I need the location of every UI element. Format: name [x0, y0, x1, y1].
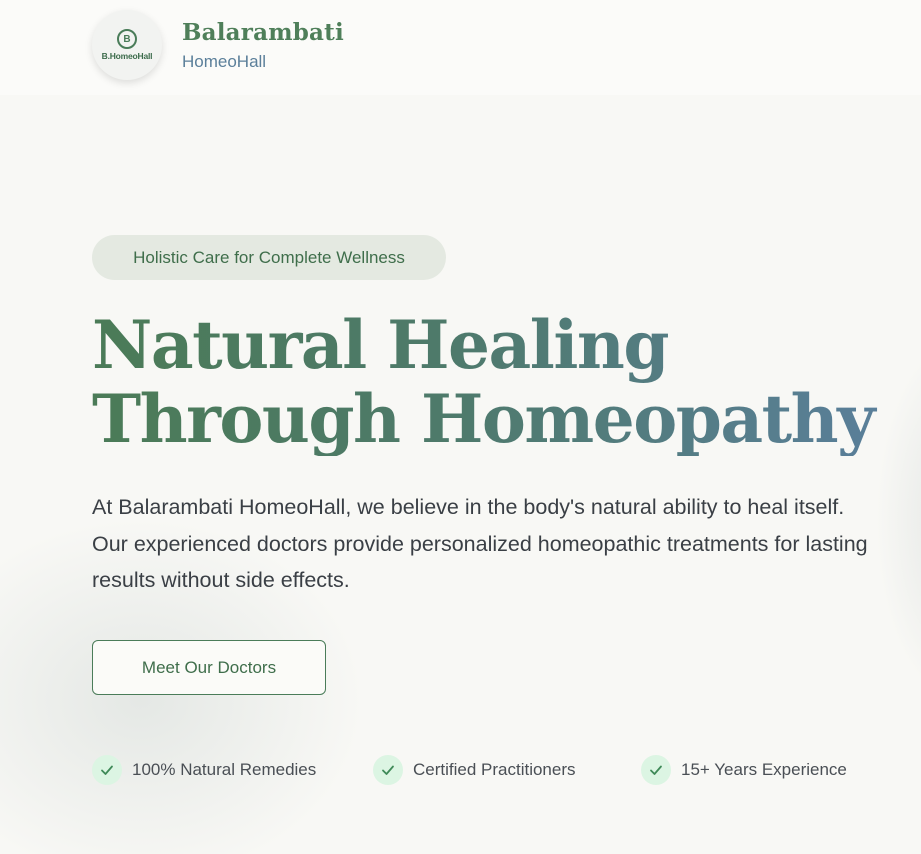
check-icon	[373, 755, 403, 785]
site-header: B B.HomeoHall Balarambati HomeoHall	[0, 0, 921, 95]
feature-item: 15+ Years Experience	[641, 754, 847, 786]
tagline-badge: Holistic Care for Complete Wellness	[92, 235, 446, 280]
hero-headline: Natural Healing Through Homeopathy	[92, 308, 892, 456]
logo-mark-icon: B	[117, 29, 137, 49]
brand-name[interactable]: Balarambati	[182, 19, 344, 46]
feature-label: Certified Practitioners	[413, 760, 576, 779]
check-icon	[92, 755, 122, 785]
hero-description: At Balarambati HomeoHall, we believe in …	[92, 495, 868, 592]
logo[interactable]: B B.HomeoHall	[92, 10, 162, 80]
feature-item: Certified Practitioners	[373, 754, 576, 786]
brand-subtitle[interactable]: HomeoHall	[182, 52, 266, 72]
logo-text: B.HomeoHall	[101, 51, 153, 61]
meet-our-doctors-button[interactable]: Meet Our Doctors	[92, 640, 326, 695]
headline-line-1: Natural Healing	[92, 306, 669, 384]
check-icon	[641, 755, 671, 785]
feature-label: 15+ Years Experience	[681, 760, 847, 779]
feature-item: 100% Natural Remedies	[92, 754, 316, 786]
headline-line-2: Through Homeopathy	[92, 380, 874, 458]
feature-label: 100% Natural Remedies	[132, 760, 317, 779]
features-list: 100% Natural Remedies Certified Practiti…	[92, 754, 882, 786]
